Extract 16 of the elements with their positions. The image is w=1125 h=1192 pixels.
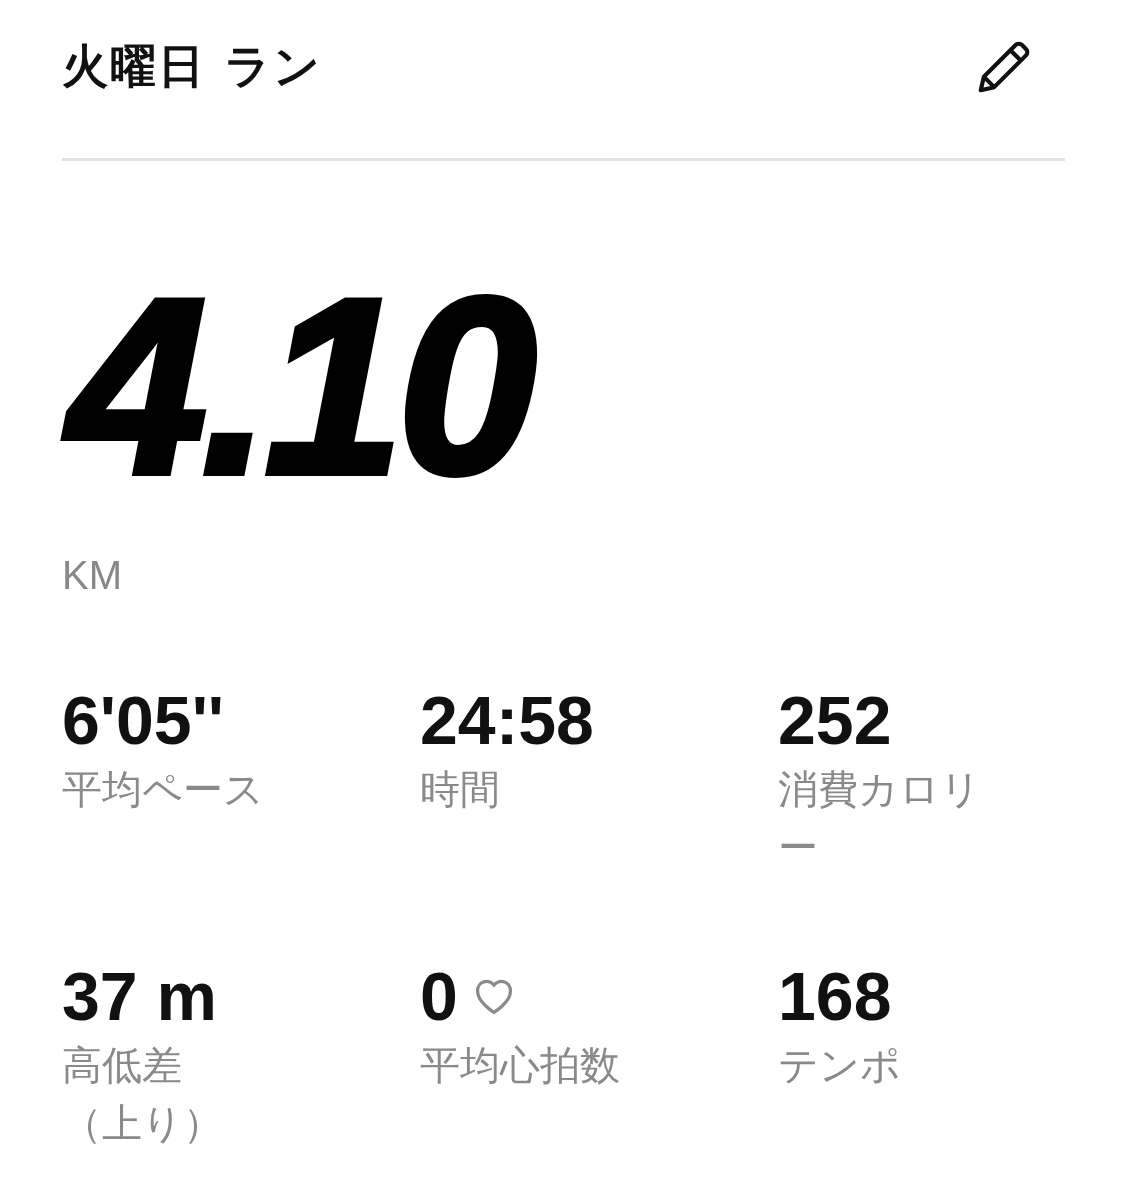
stat-value: 0 (420, 961, 458, 1030)
stat-label: 高低差 (62, 1040, 183, 1090)
stat-value: 6'05'' (62, 685, 224, 754)
stat-label: 平均ペース (62, 764, 265, 814)
stat-value: 168 (778, 961, 892, 1030)
page-title: 火曜日 ラン (62, 38, 322, 95)
distance-unit: KM (62, 552, 123, 598)
stat-label: 時間 (420, 764, 501, 814)
stat-value: 24:58 (420, 685, 594, 754)
distance-value: 4.10 (62, 243, 555, 531)
stat-label: 消費カロリー (778, 764, 982, 872)
stat-value: 37 m (62, 961, 217, 1030)
stat-label: テンポ (778, 1040, 902, 1090)
stat-value: 252 (778, 685, 892, 754)
stat-label: （上り） (62, 1098, 224, 1148)
stat-label: 平均心拍数 (420, 1040, 621, 1090)
